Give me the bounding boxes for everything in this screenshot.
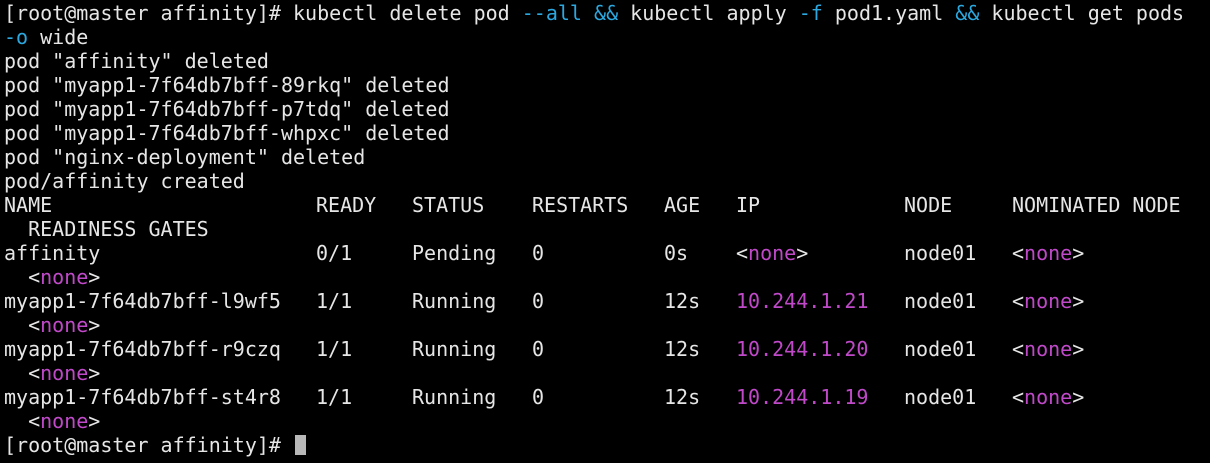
pod-status: Running [412,385,497,409]
pod-restarts: 0 [532,337,545,361]
output-line: pod/affinity created [4,169,245,193]
bracket: > [88,361,101,385]
bracket: > [1072,289,1085,313]
pod-ready: 1/1 [316,289,353,313]
command-text: kubectl get pods [979,1,1185,25]
table-row: myapp1-7f64db7bff-st4r8 1/1 Running 0 12… [4,385,1210,409]
command-text: kubectl apply [618,1,799,25]
pod-ready: 0/1 [316,241,353,265]
pod-status: Pending [412,241,497,265]
ip-value: none [748,241,797,265]
command-flag: --all [521,1,582,25]
pod-name: myapp1-7f64db7bff-l9wf5 [4,289,281,313]
final-prompt-line[interactable]: [root@master affinity]# [4,433,1210,457]
pod-nominated-node: <none> [1012,289,1084,313]
pod-age: 12s [664,385,701,409]
table-header: NAME READY STATUS RESTARTS AGE IP NODE N… [4,193,1210,217]
pod-readiness-gates: <none> [4,265,1210,289]
bracket: > [88,409,101,433]
terminal-window[interactable]: [root@master affinity]# kubectl delete p… [0,0,1210,463]
nominated-value: none [1024,241,1073,265]
pod-restarts: 0 [532,385,545,409]
command-flag: -f [798,1,823,25]
header-name: NAME [4,193,53,217]
bracket: < [1012,241,1025,265]
header-readiness-gates: READINESS GATES [4,217,209,241]
command-text: kubectl delete pod [292,1,522,25]
output-line: pod "nginx-deployment" deleted [4,145,366,169]
header-ready: READY [316,193,377,217]
pod-age: 0s [664,241,689,265]
pod-status: Running [412,337,497,361]
pod-node: node01 [904,289,977,313]
pod-restarts: 0 [532,241,545,265]
command-line: [root@master affinity]# kubectl delete p… [4,1,1210,25]
output-line: pod "myapp1-7f64db7bff-89rkq" deleted [4,73,450,97]
output-line: pod "myapp1-7f64db7bff-p7tdq" deleted [4,97,450,121]
pod-restarts: 0 [532,289,545,313]
pod-readiness-gates: <none> [4,409,1210,433]
pod-age: 12s [664,337,701,361]
nominated-value: none [1024,385,1073,409]
command-operator: && [594,1,619,25]
pod-ip: 10.244.1.19 [736,385,868,409]
command-line-wrap: -o wide [4,25,1210,49]
pod-name: myapp1-7f64db7bff-r9czq [4,337,281,361]
pod-readiness-gates: <none> [4,313,1210,337]
pod-ip: 10.244.1.21 [736,289,868,313]
pod-node: node01 [904,337,977,361]
pod-ready: 1/1 [316,385,353,409]
command-text: wide [28,25,89,49]
nominated-value: none [1024,289,1073,313]
header-ip: IP [736,193,761,217]
bracket: > [1072,385,1085,409]
ip-value: 10.244.1.20 [736,337,869,361]
pod-ready: 1/1 [316,337,353,361]
header-age: AGE [664,193,701,217]
pod-node: node01 [904,241,977,265]
bracket: > [796,241,809,265]
bracket: > [88,313,101,337]
bracket: < [736,241,749,265]
output-line: pod "affinity" deleted [4,49,269,73]
bracket: < [1012,385,1025,409]
command-operator: && [955,1,980,25]
command-flag: -o [4,25,29,49]
pod-status: Running [412,289,497,313]
header-status: STATUS [412,193,485,217]
pod-nominated-node: <none> [1012,385,1084,409]
pod-node: node01 [904,385,977,409]
pod-name: affinity [4,241,101,265]
bracket: > [1072,241,1085,265]
bracket: > [1072,337,1085,361]
bracket: < [1012,289,1025,313]
nominated-value: none [1024,337,1073,361]
header-node: NODE [904,193,953,217]
header-nominated-node: NOMINATED NODE [1012,193,1181,217]
pod-ip: <none> [736,241,808,265]
bracket: > [88,265,101,289]
pod-ip: 10.244.1.20 [736,337,868,361]
header-restarts: RESTARTS [532,193,629,217]
pod-nominated-node: <none> [1012,337,1084,361]
text-cursor [294,435,306,455]
ip-value: 10.244.1.21 [736,289,869,313]
pod-name: myapp1-7f64db7bff-st4r8 [4,385,281,409]
ip-value: 10.244.1.19 [736,385,869,409]
bracket: < [1012,337,1025,361]
shell-prompt: [root@master affinity]# [4,1,293,25]
table-row: affinity 0/1 Pending 0 0s <none> node01 … [4,241,1210,265]
command-text: pod1.yaml [822,1,956,25]
table-row: myapp1-7f64db7bff-r9czq 1/1 Running 0 12… [4,337,1210,361]
pod-readiness-gates: <none> [4,361,1210,385]
pod-nominated-node: <none> [1012,241,1084,265]
pod-age: 12s [664,289,701,313]
output-line: pod "myapp1-7f64db7bff-whpxc" deleted [4,121,450,145]
table-row: myapp1-7f64db7bff-l9wf5 1/1 Running 0 12… [4,289,1210,313]
